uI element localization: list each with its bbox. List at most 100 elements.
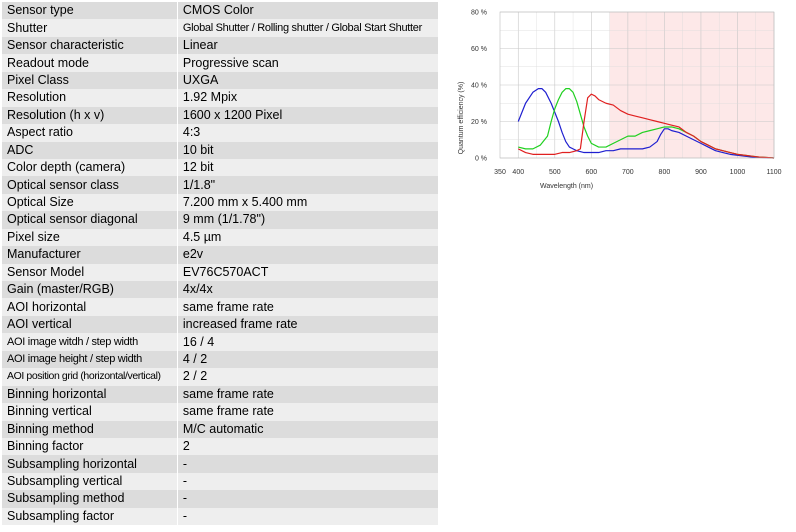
spec-value: 9 mm (1/1.78") xyxy=(177,211,438,229)
spec-row: Sensor Model EV76C570ACT xyxy=(2,263,438,281)
spec-label: Manufacturer xyxy=(2,246,178,264)
spec-row: Color depth (camera) 12 bit xyxy=(2,158,438,177)
spec-value: 4x/4x xyxy=(177,281,438,299)
spec-value: - xyxy=(177,507,438,526)
spec-label: Sensor type xyxy=(2,2,178,20)
spec-label: Binning factor xyxy=(2,437,178,456)
y-tick-label: 0 % xyxy=(475,156,487,163)
spec-row: Sensor characteristic Linear xyxy=(2,36,438,55)
specifications-table: Sensor type CMOS Color Shutter Global Shutt… xyxy=(2,2,438,526)
spec-label: Aspect ratio xyxy=(2,124,178,142)
spec-row: Pixel size 4.5 µm xyxy=(2,228,438,247)
spec-label: Binning vertical xyxy=(2,403,178,421)
spec-value: 2 / 2 xyxy=(177,368,438,386)
spec-value: - xyxy=(177,490,438,508)
spec-label: Subsampling factor xyxy=(2,507,178,526)
spec-value: same frame rate xyxy=(177,403,438,421)
spec-row: Binning factor 2 xyxy=(2,437,438,456)
spec-label: Pixel Class xyxy=(2,71,178,90)
spec-label: Subsampling horizontal xyxy=(2,455,178,473)
spec-row: Optical sensor diagonal 9 mm (1/1.78") xyxy=(2,211,438,229)
spec-row: Resolution (h x v) 1600 x 1200 Pixel xyxy=(2,106,438,125)
x-tick-label: 600 xyxy=(585,169,597,176)
spec-label: Gain (master/RGB) xyxy=(2,281,178,299)
spec-label: AOI vertical xyxy=(2,315,178,334)
spec-row: Binning method M/C automatic xyxy=(2,420,438,438)
spec-row: Subsampling vertical - xyxy=(2,472,438,491)
spec-row: AOI image height / step width 4 / 2 xyxy=(2,350,438,369)
spec-row: Gain (master/RGB) 4x/4x xyxy=(2,281,438,299)
spec-label: Binning horizontal xyxy=(2,385,178,404)
spec-label: Readout mode xyxy=(2,54,178,72)
spec-row: Manufacturer e2v xyxy=(2,246,438,264)
spec-value: 1600 x 1200 Pixel xyxy=(177,106,438,125)
spec-row: Subsampling horizontal - xyxy=(2,455,438,473)
spec-row: Shutter Global Shutter / Rolling shutter … xyxy=(2,19,438,37)
spec-label: Optical sensor diagonal xyxy=(2,211,178,229)
y-tick-label: 40 % xyxy=(471,83,487,90)
spec-value: EV76C570ACT xyxy=(177,263,438,281)
spec-value: same frame rate xyxy=(177,385,438,404)
spec-value: 12 bit xyxy=(177,158,438,177)
spec-row: Subsampling method - xyxy=(2,490,438,508)
x-tick-label: 400 xyxy=(512,169,524,176)
spec-label: Shutter xyxy=(2,19,178,37)
spec-row: AOI horizontal same frame rate xyxy=(2,298,438,316)
spec-label: Pixel size xyxy=(2,228,178,247)
spec-row: Binning horizontal same frame rate xyxy=(2,385,438,404)
x-tick-label: 350 xyxy=(494,169,506,176)
spec-value: 7.200 mm x 5.400 mm xyxy=(177,193,438,212)
spec-value: increased frame rate xyxy=(177,315,438,334)
spec-label: AOI horizontal xyxy=(2,298,178,316)
x-tick-label: 1000 xyxy=(730,169,746,176)
spec-value: - xyxy=(177,472,438,491)
spec-value: 4.5 µm xyxy=(177,228,438,247)
x-tick-label: 800 xyxy=(659,169,671,176)
spec-value: 1.92 Mpix xyxy=(177,89,438,107)
spec-value: M/C automatic xyxy=(177,420,438,438)
spec-row: AOI vertical increased frame rate xyxy=(2,315,438,334)
y-axis-label: Quantum efficiency (%) xyxy=(458,82,465,155)
spec-row: Optical Size 7.200 mm x 5.400 mm xyxy=(2,193,438,212)
x-tick-label: 500 xyxy=(549,169,561,176)
spec-label: AOI image height / step width xyxy=(2,350,178,369)
spec-label: Subsampling vertical xyxy=(2,472,178,491)
spec-value: Global Shutter / Rolling shutter / Globa… xyxy=(177,19,438,37)
spec-label: AOI position grid (horizontal/vertical) xyxy=(2,368,178,386)
spec-value: UXGA xyxy=(177,71,438,90)
spec-label: Optical sensor class xyxy=(2,176,178,194)
spec-row: Optical sensor class 1/1.8" xyxy=(2,176,438,194)
spec-label: Color depth (camera) xyxy=(2,158,178,177)
spec-label: Sensor Model xyxy=(2,263,178,281)
spec-value: CMOS Color xyxy=(177,2,438,20)
spec-label: Sensor characteristic xyxy=(2,36,178,55)
spec-label: Subsampling method xyxy=(2,490,178,508)
spec-row: AOI image witdh / step width 16 / 4 xyxy=(2,333,438,351)
spec-label: Binning method xyxy=(2,420,178,438)
x-tick-label: 1100 xyxy=(766,169,781,176)
spec-label: Resolution xyxy=(2,89,178,107)
spec-value: 4:3 xyxy=(177,124,438,142)
spec-label: AOI image witdh / step width xyxy=(2,333,178,351)
x-tick-label: 700 xyxy=(622,169,634,176)
spec-value: Linear xyxy=(177,36,438,55)
spec-value: 10 bit xyxy=(177,141,438,159)
spec-row: Sensor type CMOS Color xyxy=(2,2,438,20)
spec-value: Progressive scan xyxy=(177,54,438,72)
spec-row: AOI position grid (horizontal/vertical) 2… xyxy=(2,368,438,386)
spec-value: 4 / 2 xyxy=(177,350,438,369)
x-tick-label: 900 xyxy=(695,169,707,176)
x-axis-label: Wavelength (nm) xyxy=(540,183,593,190)
quantum-efficiency-chart: 350 400 500 600 700 800 900 1000 1100 0 % 20 % 40 %… xyxy=(458,10,782,191)
specifications-body: Sensor type CMOS Color Shutter Global Shutt… xyxy=(2,2,438,526)
spec-value: e2v xyxy=(177,246,438,264)
spec-value: 2 xyxy=(177,437,438,456)
spec-label: ADC xyxy=(2,141,178,159)
spec-value: 1/1.8" xyxy=(177,176,438,194)
spec-row: Resolution 1.92 Mpix xyxy=(2,89,438,107)
spec-row: ADC 10 bit xyxy=(2,141,438,159)
spec-row: Aspect ratio 4:3 xyxy=(2,124,438,142)
spec-row: Binning vertical same frame rate xyxy=(2,403,438,421)
spec-row: Subsampling factor - xyxy=(2,507,438,526)
spec-row: Pixel Class UXGA xyxy=(2,71,438,90)
